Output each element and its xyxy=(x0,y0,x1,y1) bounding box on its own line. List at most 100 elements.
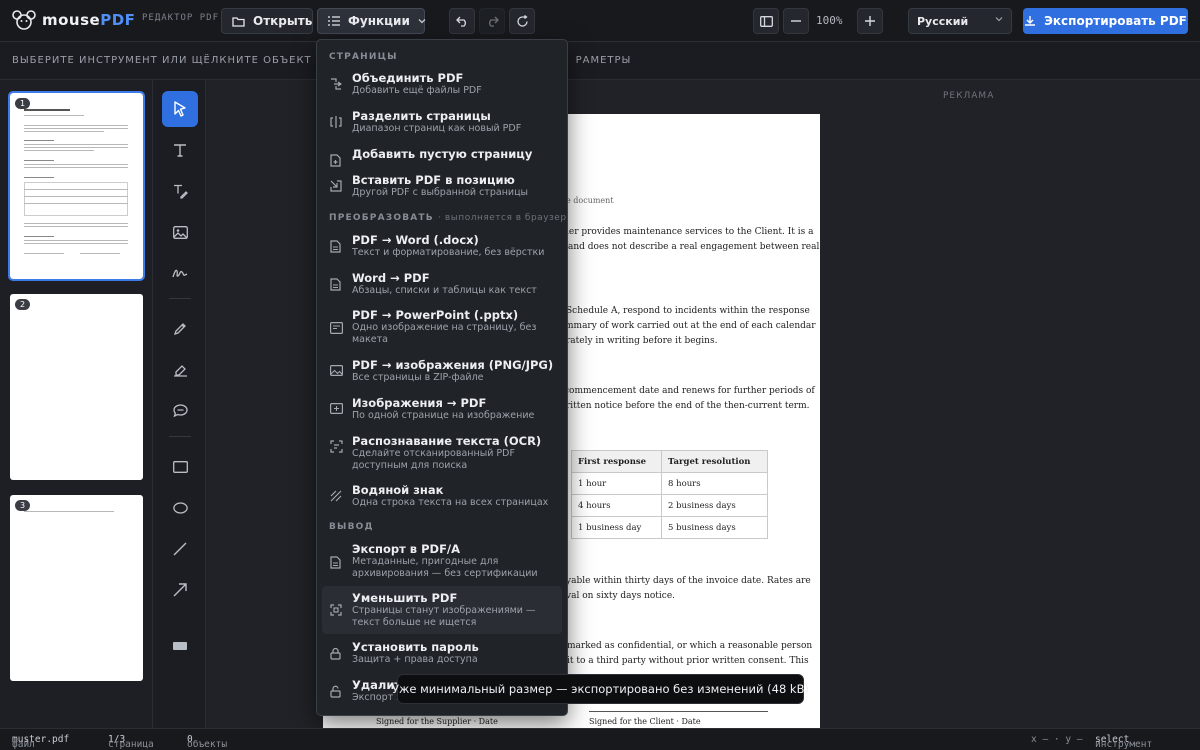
zoom-out-button[interactable] xyxy=(783,8,809,34)
page-thumbnail[interactable]: 3 xyxy=(10,495,143,681)
export-pdf-button[interactable]: Экспортировать PDF xyxy=(1023,8,1188,34)
image-icon xyxy=(330,365,343,376)
toast-notification: Уже минимальный размер — экспортировано … xyxy=(392,674,809,704)
ad-label: РЕКЛАМА xyxy=(943,91,995,101)
reload-button[interactable] xyxy=(509,8,535,34)
menu-item-set-password[interactable]: Установить пароль Защита + права доступа xyxy=(322,640,562,672)
menu-item-word-to-pdf[interactable]: Word → PDF Абзацы, списки и таблицы как … xyxy=(322,271,562,303)
highlighter-icon xyxy=(173,363,188,377)
menu-item-desc: Метаданные, пригодные для архивирования … xyxy=(352,556,538,579)
menu-item-add-blank-page[interactable]: Добавить пустую страницу xyxy=(322,147,562,169)
comment-tool[interactable] xyxy=(162,393,198,429)
undo-button[interactable] xyxy=(449,8,475,34)
status-coordinates: x – · y – xyxy=(1031,734,1083,745)
app-logo[interactable]: mousePDF xyxy=(12,9,135,31)
doc-text-line: commencement date and renews for further… xyxy=(564,386,815,396)
table-row: 4 hours 2 business days xyxy=(571,494,768,517)
status-page: страница 1/3 xyxy=(108,734,154,750)
ellipse-tool[interactable] xyxy=(162,490,198,526)
menu-item-desc: Защита + права доступа xyxy=(352,654,478,665)
table-cell: 8 hours xyxy=(661,472,768,495)
page-thumbnail[interactable]: 1 xyxy=(8,91,145,281)
sidebar-icon xyxy=(759,15,773,27)
mouse-logo-icon xyxy=(12,9,36,31)
folder-icon xyxy=(232,16,245,27)
language-select[interactable]: Русский xyxy=(908,8,1012,34)
menu-item-title: Установить пароль xyxy=(352,640,479,654)
page-thumbnails-panel: 1 2 3 xyxy=(0,80,153,728)
menu-item-desc: Одно изображение на страницу, без макета xyxy=(352,322,537,345)
menu-item-split-pages[interactable]: Разделить страницы Диапазон страниц как … xyxy=(322,109,562,141)
status-file: файл muster.pdf xyxy=(12,734,70,750)
doc-subtitle: e document xyxy=(566,196,614,205)
highlighter-tool[interactable] xyxy=(162,352,198,388)
menu-item-compress-pdf[interactable]: Уменьшить PDF Страницы станут изображени… xyxy=(322,586,562,634)
ellipse-icon xyxy=(172,502,188,514)
menu-item-watermark[interactable]: Водяной знак Одна строка текста на всех … xyxy=(322,483,562,515)
list-icon xyxy=(328,16,340,26)
page-thumbnail[interactable]: 2 xyxy=(10,294,143,480)
redo-button[interactable] xyxy=(479,8,505,34)
arrow-tool[interactable] xyxy=(162,572,198,608)
rectangle-tool[interactable] xyxy=(162,449,198,485)
edit-text-tool[interactable] xyxy=(162,173,198,209)
zoom-in-button[interactable] xyxy=(857,8,883,34)
redact-box-icon xyxy=(173,642,187,650)
select-tool[interactable] xyxy=(162,91,198,127)
menu-item-title: Разделить страницы xyxy=(352,109,491,123)
cursor-icon xyxy=(173,101,187,117)
signature-label: Signed for the Supplier · Date xyxy=(376,717,498,726)
watermark-icon xyxy=(330,490,342,502)
menu-item-pdf-to-word[interactable]: PDF → Word (.docx) Текст и форматировани… xyxy=(322,233,562,265)
functions-button-label: Функции xyxy=(348,14,410,28)
signature-label: Signed for the Client · Date xyxy=(589,717,701,726)
signature-tool[interactable] xyxy=(162,255,198,291)
menu-item-desc: Текст и форматирование, без вёрстки xyxy=(352,247,545,258)
signature-icon xyxy=(172,267,188,279)
insert-icon xyxy=(330,180,342,192)
menu-item-title: PDF → PowerPoint (.pptx) xyxy=(352,308,519,322)
text-tool[interactable] xyxy=(162,132,198,168)
hint-bar: ВЫБЕРИТЕ ИНСТРУМЕНТ ИЛИ ЩЁЛКНИТЕ ОБЪЕКТ … xyxy=(0,42,1200,80)
page-number-badge: 2 xyxy=(15,299,31,310)
text-icon xyxy=(173,143,187,157)
unlock-icon xyxy=(330,685,341,698)
zoom-level: 100% xyxy=(816,14,843,27)
doc-text-line: mmary of work carried out at the end of … xyxy=(565,321,816,331)
signature-line xyxy=(589,711,768,712)
pen-icon xyxy=(173,322,187,336)
minus-icon xyxy=(791,20,801,22)
tool-separator xyxy=(169,298,191,299)
text-edit-icon xyxy=(173,184,188,199)
toggle-sidebar-button[interactable] xyxy=(753,8,779,34)
lock-icon xyxy=(330,647,341,660)
menu-item-title: Вставить PDF в позицию xyxy=(352,173,515,187)
menu-item-pdf-to-images[interactable]: PDF → изображения (PNG/JPG) Все страницы… xyxy=(322,358,562,390)
document-icon xyxy=(330,240,341,253)
functions-menu-button[interactable]: Функции xyxy=(317,8,426,34)
rectangle-icon xyxy=(172,461,188,473)
refresh-icon xyxy=(516,14,529,28)
menu-item-desc: Одна строка текста на всех страницах xyxy=(352,497,549,508)
menu-item-title: PDF → Word (.docx) xyxy=(352,233,479,247)
menu-item-insert-pdf[interactable]: Вставить PDF в позицию Другой PDF с выбр… xyxy=(322,173,562,205)
menu-item-export-pdfa[interactable]: Экспорт в PDF/A Метаданные, пригодные дл… xyxy=(322,542,562,586)
menu-item-ocr[interactable]: Распознавание текста (OCR) Сделайте отск… xyxy=(322,434,562,478)
status-bar: файл muster.pdf страница 1/3 объекты 0 x… xyxy=(0,728,1200,750)
image-tool[interactable] xyxy=(162,214,198,250)
document-icon xyxy=(330,278,341,291)
table-cell: 4 hours xyxy=(571,494,662,517)
page-number-badge: 1 xyxy=(15,98,31,109)
line-icon xyxy=(173,542,187,556)
menu-item-merge-pdf[interactable]: Объединить PDF Добавить ещё файлы PDF xyxy=(322,71,562,103)
menu-item-images-to-pdf[interactable]: Изображения → PDF По одной странице на и… xyxy=(322,396,562,428)
menu-section-output: ВЫВОД xyxy=(329,522,374,532)
redact-tool[interactable] xyxy=(162,628,198,664)
menu-section-pages: СТРАНИЦЫ xyxy=(329,52,398,62)
doc-text-line: marked as confidential, or which a reaso… xyxy=(567,641,813,651)
pen-tool[interactable] xyxy=(162,311,198,347)
scan-text-icon xyxy=(330,440,343,453)
line-tool[interactable] xyxy=(162,531,198,567)
menu-item-pdf-to-powerpoint[interactable]: PDF → PowerPoint (.pptx) Одно изображени… xyxy=(322,308,562,352)
open-button[interactable]: Открыть xyxy=(221,8,313,34)
